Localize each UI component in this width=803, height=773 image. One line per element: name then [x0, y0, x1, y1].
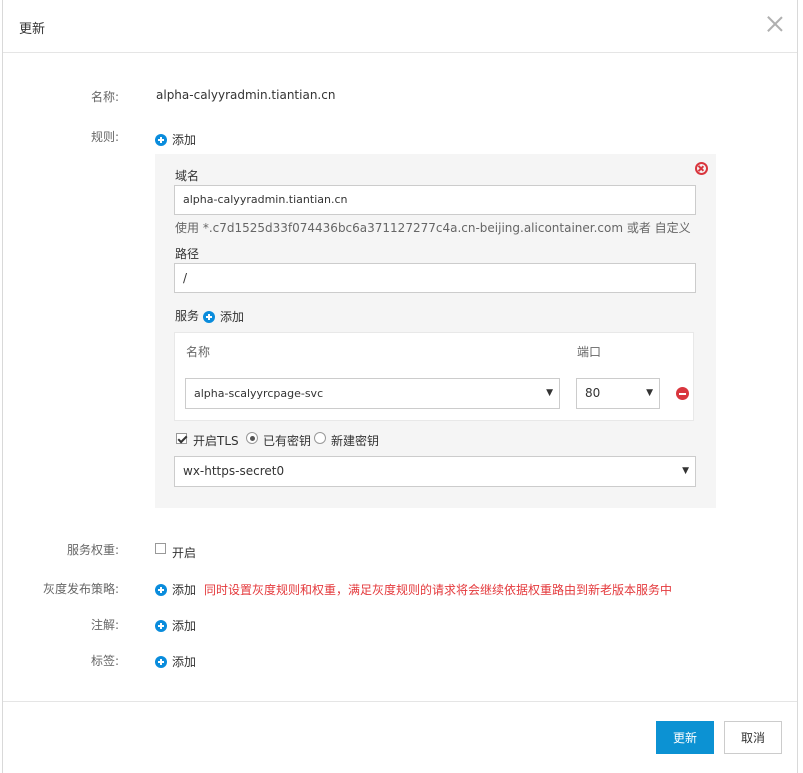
add-service-link[interactable]: 添加	[203, 308, 244, 325]
domain-label: 域名	[175, 169, 200, 183]
secret-value: wx-https-secret0	[183, 464, 285, 478]
domain-hint: 使用 *.c7d1525d33f074436bc6a371127277c4a.c…	[175, 221, 691, 235]
domain-input[interactable]: alpha-calyyradmin.tiantian.cn	[174, 185, 696, 215]
canary-label: 灰度发布策略:	[42, 582, 119, 596]
dialog-footer: 更新 取消	[3, 701, 797, 773]
tls-checkbox[interactable]	[176, 433, 187, 444]
add-tag-link[interactable]: 添加	[155, 653, 196, 670]
add-canary-label: 添加	[172, 583, 197, 597]
existing-secret-label: 已有密钥	[263, 434, 312, 448]
col-header-port: 端口	[577, 345, 602, 359]
path-input[interactable]: /	[174, 263, 696, 293]
remove-rule-icon[interactable]	[695, 162, 708, 175]
existing-secret-radio[interactable]	[246, 432, 258, 444]
weight-enable-label: 开启	[172, 546, 197, 560]
rule-panel: 域名 alpha-calyyradmin.tiantian.cn 使用 *.c7…	[155, 154, 716, 508]
secret-select[interactable]: wx-https-secret0 ▼	[174, 456, 696, 487]
canary-warning: 同时设置灰度规则和权重，满足灰度规则的请求将会继续依据权重路由到新老版本服务中	[204, 583, 673, 597]
annotations-label: 注解:	[90, 618, 119, 632]
rules-label: 规则:	[90, 130, 119, 144]
tags-label: 标签:	[90, 654, 119, 668]
plus-circle-icon	[155, 583, 167, 596]
name-value: alpha-calyyradmin.tiantian.cn	[156, 88, 336, 102]
tls-label: 开启TLS	[193, 434, 239, 448]
weight-label: 服务权重:	[66, 543, 119, 557]
cancel-button[interactable]: 取消	[724, 721, 782, 754]
add-canary-link[interactable]: 添加	[155, 581, 196, 598]
plus-circle-icon	[203, 310, 215, 323]
service-label: 服务	[175, 309, 200, 323]
service-table: 名称 端口 alpha-scalyyrcpage-svc ▼ 80 ▼	[174, 332, 694, 421]
add-rule-link[interactable]: 添加	[155, 131, 196, 148]
update-dialog: 更新 名称: alpha-calyyradmin.tiantian.cn 规则:…	[2, 0, 798, 773]
col-header-name: 名称	[186, 345, 211, 359]
service-port-select[interactable]: 80 ▼	[576, 378, 660, 409]
service-name-value: alpha-scalyyrcpage-svc	[194, 387, 324, 400]
new-secret-radio[interactable]	[314, 432, 326, 444]
path-label: 路径	[175, 247, 200, 261]
plus-circle-icon	[155, 133, 167, 146]
add-service-label: 添加	[220, 310, 245, 324]
caret-down-icon: ▼	[646, 388, 653, 398]
plus-circle-icon	[155, 655, 167, 668]
update-button[interactable]: 更新	[656, 721, 714, 754]
caret-down-icon: ▼	[546, 388, 553, 398]
service-port-value: 80	[585, 386, 601, 400]
remove-service-icon[interactable]	[676, 387, 689, 400]
caret-down-icon: ▼	[682, 466, 689, 476]
weight-checkbox[interactable]	[155, 543, 166, 554]
add-annotation-label: 添加	[172, 619, 197, 633]
dialog-header: 更新	[3, 0, 797, 53]
new-secret-label: 新建密钥	[331, 434, 380, 448]
add-tag-label: 添加	[172, 655, 197, 669]
dialog-title: 更新	[19, 22, 46, 37]
name-label: 名称:	[90, 90, 119, 104]
service-name-select[interactable]: alpha-scalyyrcpage-svc ▼	[185, 378, 560, 409]
close-icon[interactable]	[765, 14, 785, 34]
plus-circle-icon	[155, 619, 167, 632]
add-rule-label: 添加	[172, 133, 197, 147]
add-annotation-link[interactable]: 添加	[155, 617, 196, 634]
